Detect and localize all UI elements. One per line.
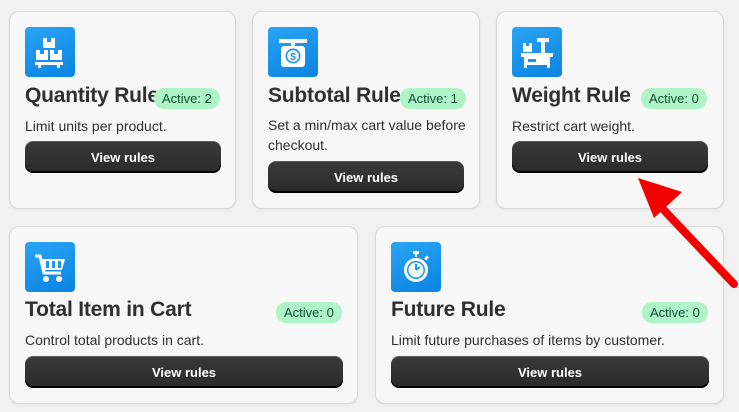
rule-title: Quantity Rule [25,84,159,107]
rule-title: Subtotal Rule [268,84,401,107]
rule-description: Limit units per product. [25,118,167,134]
status-badge: Active: 0 [642,302,708,323]
view-rules-button[interactable]: View rules [25,141,221,173]
rule-card-subtotal: $ Subtotal Rule Active: 1 Set a min/max … [252,11,480,209]
boxes-icon [25,27,75,77]
rule-description: Limit future purchases of items by custo… [391,332,665,348]
view-rules-button[interactable]: View rules [391,356,709,388]
status-badge: Active: 2 [154,88,220,109]
status-badge: Active: 1 [400,88,466,109]
view-rules-button[interactable]: View rules [512,141,708,173]
dollar-scale-icon: $ [268,27,318,77]
status-badge: Active: 0 [276,302,342,323]
stopwatch-icon [391,242,441,292]
rule-title: Weight Rule [512,84,631,107]
annotation-arrow-icon [638,178,738,288]
rule-description: Restrict cart weight. [512,118,635,134]
weight-scale-icon [512,27,562,77]
rule-card-quantity: Quantity Rule Active: 2 Limit units per … [9,11,236,209]
svg-text:$: $ [290,52,296,63]
shopping-cart-icon [25,242,75,292]
view-rules-button[interactable]: View rules [268,161,464,193]
view-rules-button[interactable]: View rules [25,356,343,388]
rule-card-total-item: Total Item in Cart Active: 0 Control tot… [9,226,358,404]
rule-description: Set a min/max cart value before checkout… [268,117,466,153]
rule-title: Future Rule [391,298,506,321]
rule-title: Total Item in Cart [25,298,192,321]
rule-description: Control total products in cart. [25,332,204,348]
status-badge: Active: 0 [641,88,707,109]
